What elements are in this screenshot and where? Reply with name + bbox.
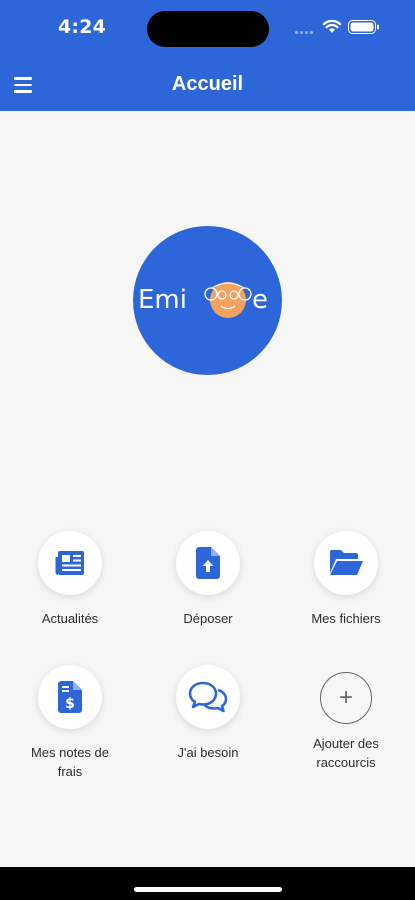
wifi-icon bbox=[322, 19, 342, 33]
shortcut-ajouter-des-raccourcis[interactable]: + Ajouter des raccourcis bbox=[276, 665, 415, 772]
folder-open-icon bbox=[330, 550, 363, 575]
logo-artwork: Emi e bbox=[138, 282, 268, 318]
app-header: Accueil bbox=[0, 58, 415, 111]
shortcut-actualites[interactable]: Actualités bbox=[0, 531, 140, 628]
chat-bubbles-icon bbox=[188, 681, 228, 713]
shortcut-actualites-circle[interactable] bbox=[38, 531, 102, 595]
receipt-dollar-icon: $ bbox=[58, 681, 82, 713]
svg-text:$: $ bbox=[65, 696, 75, 712]
shortcut-label: Actualités bbox=[41, 611, 99, 626]
logo-text-left: Emi bbox=[138, 285, 187, 315]
battery-icon bbox=[348, 20, 379, 34]
app-logo: Emi e bbox=[133, 226, 282, 375]
logo-face bbox=[210, 282, 246, 318]
plus-icon[interactable]: + bbox=[320, 672, 372, 724]
newspaper-icon bbox=[55, 551, 84, 575]
shortcut-mes-notes-de-frais-circle[interactable]: $ bbox=[38, 665, 102, 729]
status-bar: 4:24 bbox=[0, 0, 415, 58]
shortcut-mes-notes-de-frais[interactable]: $ Mes notes de frais bbox=[0, 665, 140, 781]
home-indicator[interactable] bbox=[134, 887, 282, 892]
file-upload-icon bbox=[196, 547, 220, 579]
status-time: 4:24 bbox=[58, 16, 107, 38]
page-title: Accueil bbox=[171, 73, 244, 95]
shortcut-deposer-circle[interactable] bbox=[176, 531, 240, 595]
shortcut-j-ai-besoin[interactable]: J'ai besoin bbox=[138, 665, 278, 762]
shortcut-label: Mes notes de frais bbox=[30, 745, 110, 779]
shortcut-deposer[interactable]: Déposer bbox=[138, 531, 278, 628]
dynamic-island bbox=[147, 11, 269, 47]
shortcut-label: J'ai besoin bbox=[177, 745, 239, 760]
logo-text-right: e bbox=[252, 285, 268, 315]
home-indicator-area bbox=[0, 867, 415, 900]
shortcut-label: Ajouter des raccourcis bbox=[313, 736, 379, 770]
shortcut-j-ai-besoin-circle[interactable] bbox=[176, 665, 240, 729]
shortcut-mes-fichiers-circle[interactable] bbox=[314, 531, 378, 595]
shortcut-mes-fichiers[interactable]: Mes fichiers bbox=[276, 531, 415, 628]
shortcut-label: Déposer bbox=[183, 611, 233, 626]
cellular-signal-icon bbox=[295, 31, 315, 35]
shortcut-label: Mes fichiers bbox=[311, 611, 381, 626]
